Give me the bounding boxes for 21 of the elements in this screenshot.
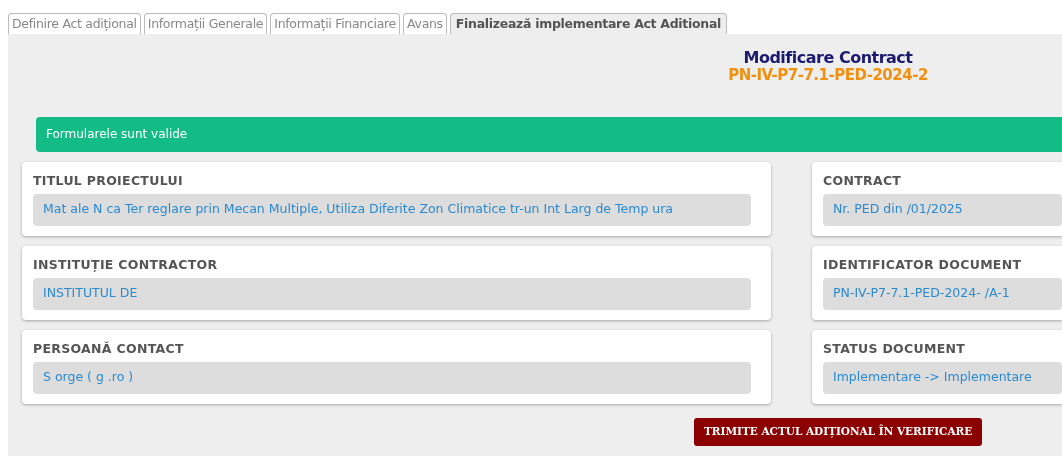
page-title: Modificare Contract bbox=[743, 49, 913, 67]
submit-button[interactable]: TRIMITE ACTUL ADIȚIONAL ÎN VERIFICARE bbox=[694, 418, 983, 446]
field-label: STATUS DOCUMENT bbox=[823, 341, 967, 356]
contract-code: PN-IV-P7-7.1-PED-2024-2 bbox=[728, 67, 928, 83]
field-value: PN-IV-P7-7.1-PED-2024- /A-1 bbox=[823, 278, 1062, 310]
field-value: S orge ( g .ro ) bbox=[33, 362, 751, 394]
field-label: CONTRACT bbox=[823, 173, 903, 188]
success-alert: Formularele sunt valide bbox=[36, 117, 1062, 152]
field-label: IDENTIFICATOR DOCUMENT bbox=[823, 257, 1023, 272]
field-value: Nr. PED din /01/2025 bbox=[823, 194, 1062, 226]
field-value: Implementare -> Implementare bbox=[823, 362, 1062, 394]
tab[interactable]: Informații Generale bbox=[143, 13, 268, 34]
field-label: INSTITUȚIE CONTRACTOR bbox=[33, 257, 219, 272]
field-label: TITLUL PROIECTULUI bbox=[33, 173, 184, 188]
field-value: INSTITUTUL DE bbox=[33, 278, 751, 310]
field-value: Mat ale N ca Ter reglare prin Mecan Multiple, Utiliza Diferite Zon Climatice tr-un Int Larg de Temp ura bbox=[33, 194, 751, 226]
tab[interactable]: Avans bbox=[403, 13, 447, 34]
tab[interactable]: Finalizează implementare Act Aditional bbox=[449, 13, 727, 34]
tab[interactable]: Informații Financiare bbox=[270, 13, 400, 34]
field-label: PERSOANĂ CONTACT bbox=[33, 341, 185, 356]
tab[interactable]: Definire Act adițional bbox=[8, 13, 141, 34]
